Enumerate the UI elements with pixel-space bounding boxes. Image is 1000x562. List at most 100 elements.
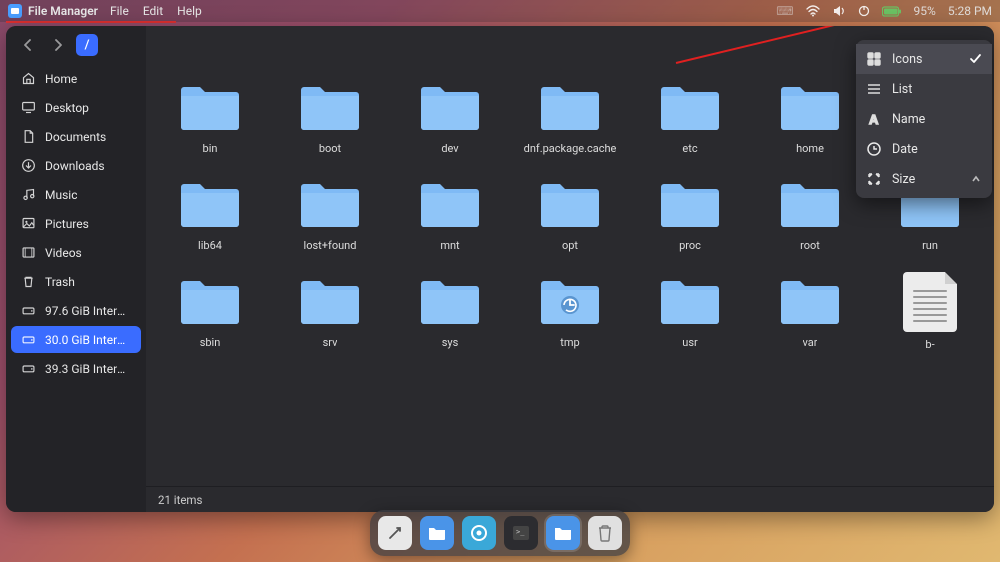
view-option-date[interactable]: Date — [856, 134, 992, 164]
sidebar-item-label: Videos — [45, 246, 82, 260]
sidebar-item-music[interactable]: Music — [11, 181, 141, 208]
dock-launcher-icon[interactable] — [378, 516, 412, 550]
sidebar-item-30-0-gib-internal-driv-[interactable]: 30.0 GiB Internal Driv… — [11, 326, 141, 353]
folder-icon — [655, 272, 725, 330]
file-icon — [903, 272, 957, 332]
sidebar: Home Desktop Documents Downloads MusicPictur… — [6, 26, 146, 512]
tray-battery-icon[interactable] — [882, 6, 902, 17]
folder-icon — [775, 272, 845, 330]
view-option-name[interactable]: AName — [856, 104, 992, 134]
tray-lang-icon[interactable]: ⌨ — [776, 4, 793, 18]
sidebar-item-97-6-gib-internal-driv-[interactable]: 97.6 GiB Internal Driv… — [11, 297, 141, 324]
item-label: sbin — [200, 336, 221, 349]
sidebar-item-label: Trash — [45, 275, 75, 289]
dock-trash-icon[interactable] — [588, 516, 622, 550]
grid-item-bin[interactable]: bin — [152, 72, 268, 165]
tray-power-icon[interactable] — [858, 5, 870, 17]
sidebar-item-home[interactable]: Home — [11, 65, 141, 92]
status-bar: 21 items — [146, 486, 994, 512]
menu-file[interactable]: File — [110, 4, 129, 18]
view-option-icons[interactable]: Icons — [856, 44, 992, 74]
sidebar-item-videos[interactable]: Videos — [11, 239, 141, 266]
folder-icon — [775, 78, 845, 136]
item-label: opt — [562, 239, 578, 252]
grid-item-boot[interactable]: boot — [272, 72, 388, 165]
sidebar-item-trash[interactable]: Trash — [11, 268, 141, 295]
grid-item-lost+found[interactable]: lost+found — [272, 169, 388, 262]
grid-item-etc[interactable]: etc — [632, 72, 748, 165]
expand-icon — [866, 171, 882, 187]
path-root-chip[interactable]: / — [76, 34, 98, 56]
grid-item-root[interactable]: root — [752, 169, 868, 262]
list-icon — [866, 81, 882, 97]
tray-time: 5:28 PM — [948, 4, 992, 18]
grid-item-tmp[interactable]: tmp — [512, 266, 628, 361]
item-label: dnf.package.cache — [524, 142, 617, 155]
grid-item-opt[interactable]: opt — [512, 169, 628, 262]
dock-files-icon[interactable] — [420, 516, 454, 550]
view-option-size[interactable]: Size — [856, 164, 992, 194]
sidebar-item-label: Home — [45, 72, 77, 86]
item-label: etc — [682, 142, 697, 155]
svg-text:A: A — [869, 112, 879, 127]
grid-item-sys[interactable]: sys — [392, 266, 508, 361]
grid-item-var[interactable]: var — [752, 266, 868, 361]
folder-icon — [175, 78, 245, 136]
folder-icon — [295, 175, 365, 233]
grid-icon — [866, 51, 882, 67]
status-count: 21 items — [158, 493, 202, 507]
folder-icon — [775, 175, 845, 233]
grid-item-srv[interactable]: srv — [272, 266, 388, 361]
grid-item-proc[interactable]: proc — [632, 169, 748, 262]
sidebar-item-desktop[interactable]: Desktop — [11, 94, 141, 121]
sidebar-item-39-3-gib-internal-driv-[interactable]: 39.3 GiB Internal Driv… — [11, 355, 141, 382]
dock-browser-icon[interactable] — [462, 516, 496, 550]
view-option-list[interactable]: List — [856, 74, 992, 104]
folder-icon — [175, 272, 245, 330]
menu-edit[interactable]: Edit — [143, 4, 163, 18]
tray-volume-icon[interactable] — [832, 5, 846, 17]
folder-icon — [415, 175, 485, 233]
folder-icon — [415, 272, 485, 330]
check-icon — [968, 52, 982, 66]
sidebar-item-label: Documents — [45, 130, 106, 144]
item-label: lost+found — [304, 239, 357, 252]
sidebar-item-downloads[interactable]: Downloads — [11, 152, 141, 179]
drive-icon — [21, 303, 36, 318]
folder-icon — [535, 272, 605, 330]
dock-filemanager-active-icon[interactable] — [546, 516, 580, 550]
sidebar-item-documents[interactable]: Documents — [11, 123, 141, 150]
tray-wifi-icon[interactable] — [806, 5, 820, 17]
grid-item-lib64[interactable]: lib64 — [152, 169, 268, 262]
picture-icon — [21, 216, 36, 231]
grid-item-sbin[interactable]: sbin — [152, 266, 268, 361]
grid-item-dnf.package.cache[interactable]: dnf.package.cache — [512, 72, 628, 165]
sidebar-item-label: 30.0 GiB Internal Driv… — [45, 333, 131, 347]
document-icon — [21, 129, 36, 144]
view-options-popup: IconsListAName Date Size — [856, 40, 992, 198]
grid-item-dev[interactable]: dev — [392, 72, 508, 165]
music-icon — [21, 187, 36, 202]
grid-item-b-[interactable]: b- — [872, 266, 988, 361]
grid-item-mnt[interactable]: mnt — [392, 169, 508, 262]
nav-back-button[interactable] — [16, 33, 40, 57]
grid-item-usr[interactable]: usr — [632, 266, 748, 361]
home-icon — [21, 71, 36, 86]
item-label: lib64 — [198, 239, 222, 252]
grid-item-home[interactable]: home — [752, 72, 868, 165]
file-manager-window: / Home Desktop Documents Downloads MusicPict… — [6, 26, 994, 512]
sidebar-item-label: Downloads — [45, 159, 105, 173]
dock-terminal-icon[interactable]: >_ — [504, 516, 538, 550]
sidebar-item-pictures[interactable]: Pictures — [11, 210, 141, 237]
main-panel: binboot dev dnf.package.cache etc home lib64 l… — [146, 26, 994, 512]
item-label: mnt — [440, 239, 459, 252]
view-option-label: Size — [892, 172, 915, 187]
menu-help[interactable]: Help — [177, 4, 202, 18]
folder-icon — [295, 272, 365, 330]
item-label: usr — [682, 336, 697, 349]
folder-icon — [655, 175, 725, 233]
item-label: dev — [441, 142, 458, 155]
nav-forward-button[interactable] — [46, 33, 70, 57]
trash-icon — [21, 274, 36, 289]
view-option-label: Date — [892, 142, 918, 157]
